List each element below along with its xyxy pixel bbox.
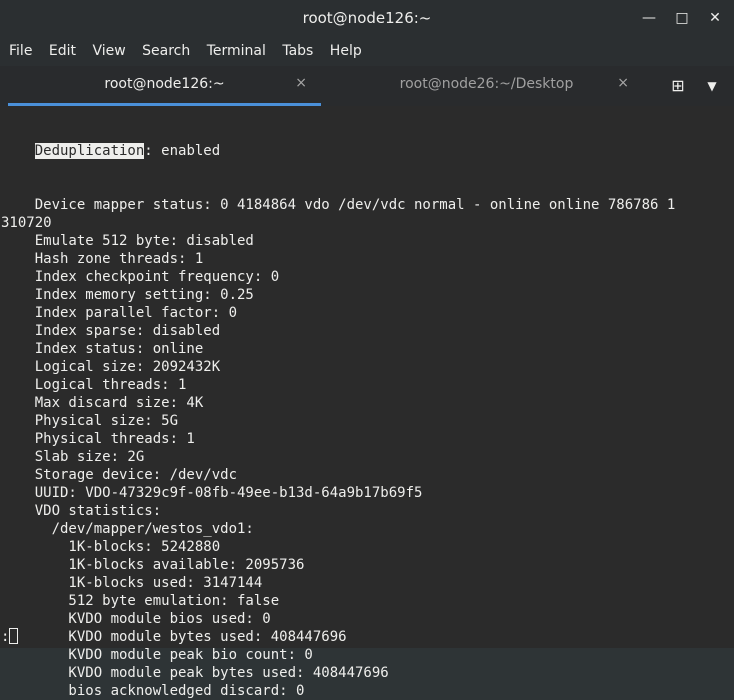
terminal-line: bios acknowledged discard: 0 [1, 683, 305, 699]
terminal-window: root@node126:~ — □ ✕ File Edit View Sear… [0, 0, 734, 699]
terminal-line: Index memory setting: 0.25 [1, 287, 254, 303]
window-title: root@node126:~ [302, 9, 432, 27]
prompt-line[interactable]: : [1, 628, 19, 646]
text-cursor [9, 628, 19, 644]
terminal-line: 1K-blocks used: 3147144 [1, 575, 263, 591]
terminal-line: Index checkpoint frequency: 0 [1, 269, 280, 285]
minimize-button[interactable]: — [637, 6, 661, 30]
terminal-line: Max discard size: 4K [1, 395, 204, 411]
tab-label: root@node126:~ [104, 76, 225, 92]
tab-label: root@node26:~/Desktop [399, 76, 574, 92]
terminal-line: Physical threads: 1 [1, 431, 195, 447]
tab-menu-chevron-icon[interactable]: ▼ [702, 74, 722, 98]
terminal-line: VDO statistics: [1, 503, 162, 519]
terminal-line: 1K-blocks available: 2095736 [1, 557, 305, 573]
terminal-line: KVDO module peak bytes used: 408447696 [1, 665, 389, 681]
menu-terminal[interactable]: Terminal [207, 36, 266, 66]
maximize-button[interactable]: □ [670, 6, 694, 30]
terminal-lines: Deduplication: enabled Device mapper sta… [1, 106, 675, 700]
new-tab-icon[interactable]: ⊞ [666, 74, 690, 98]
menu-search[interactable]: Search [142, 36, 190, 66]
terminal-line: 1K-blocks: 5242880 [1, 539, 221, 555]
terminal-line: Logical threads: 1 [1, 377, 187, 393]
tab-bar: root@node126:~ × root@node26:~/Desktop ×… [0, 66, 734, 106]
prompt-text: : [1, 629, 10, 645]
terminal-line: Hash zone threads: 1 [1, 251, 204, 267]
terminal-line: KVDO module bytes used: 408447696 [1, 629, 347, 645]
tab-close-icon[interactable]: × [295, 75, 307, 91]
title-bar[interactable]: root@node126:~ — □ ✕ [0, 0, 734, 36]
terminal-line: KVDO module bios used: 0 [1, 611, 271, 627]
terminal-line: Logical size: 2092432K [1, 359, 221, 375]
tab-node126[interactable]: root@node126:~ × [8, 66, 321, 106]
terminal-line: Physical size: 5G [1, 413, 179, 429]
terminal-line: Storage device: /dev/vdc [1, 467, 238, 483]
terminal-line: /dev/mapper/westos_vdo1: [1, 521, 254, 537]
menu-edit[interactable]: Edit [49, 36, 76, 66]
menu-help[interactable]: Help [330, 36, 362, 66]
menu-view[interactable]: View [92, 36, 125, 66]
menu-bar: File Edit View Search Terminal Tabs Help [0, 36, 734, 66]
menu-tabs[interactable]: Tabs [282, 36, 313, 66]
menu-file[interactable]: File [9, 36, 32, 66]
selected-text: Deduplication [34, 143, 145, 159]
tab-node26-desktop[interactable]: root@node26:~/Desktop × [330, 66, 643, 106]
terminal-line: 512 byte emulation: false [1, 593, 280, 609]
terminal-line: Index parallel factor: 0 [1, 305, 238, 321]
terminal-line: Device mapper status: 0 4184864 vdo /dev… [1, 197, 676, 213]
terminal-line: Slab size: 2G [1, 449, 145, 465]
terminal-line: KVDO module peak bio count: 0 [1, 647, 313, 663]
terminal-output[interactable]: Deduplication: enabled Device mapper sta… [0, 106, 734, 699]
terminal-line: Emulate 512 byte: disabled [1, 233, 254, 249]
terminal-line: 310720 [1, 215, 52, 231]
terminal-line: Index sparse: disabled [1, 323, 221, 339]
tab-close-icon[interactable]: × [617, 75, 629, 91]
terminal-line: Index status: online [1, 341, 204, 357]
close-button[interactable]: ✕ [703, 6, 727, 30]
terminal-line: UUID: VDO-47329c9f-08fb-49ee-b13d-64a9b1… [1, 485, 423, 501]
terminal-line: Deduplication: enabled [1, 142, 675, 160]
line-text: : enabled [144, 143, 221, 159]
